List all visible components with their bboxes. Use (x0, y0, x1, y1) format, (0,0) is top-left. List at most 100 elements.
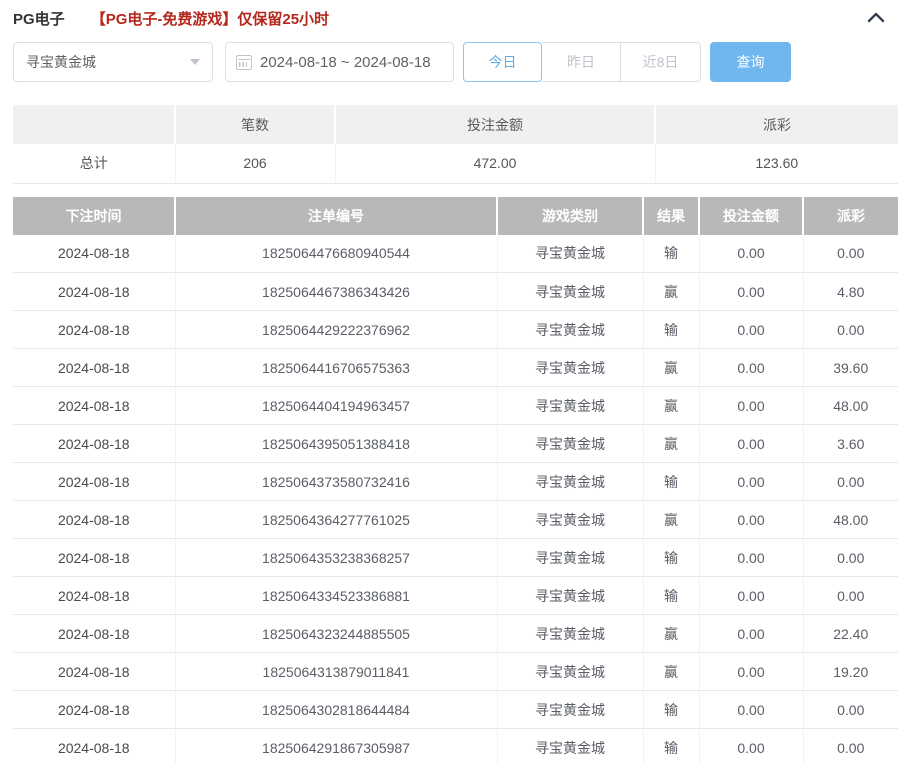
col-result: 结果 (643, 197, 699, 235)
table-row: 2024-08-181825064364277761025寻宝黄金城赢0.004… (13, 501, 898, 539)
today-button[interactable]: 今日 (463, 42, 542, 82)
cell-bet-time: 2024-08-18 (13, 615, 175, 653)
yesterday-button[interactable]: 昨日 (542, 42, 621, 82)
col-payout: 派彩 (803, 197, 898, 235)
cell-result: 输 (643, 539, 699, 577)
cell-bet-id: 1825064323244885505 (175, 615, 497, 653)
cell-result: 输 (643, 691, 699, 729)
cell-payout: 0.00 (803, 311, 898, 349)
chevron-up-icon[interactable] (864, 6, 888, 30)
cell-bet-time: 2024-08-18 (13, 425, 175, 463)
cell-game-type: 寻宝黄金城 (497, 311, 643, 349)
cell-bet-time: 2024-08-18 (13, 387, 175, 425)
cell-bet-amount: 0.00 (699, 349, 803, 387)
cell-bet-time: 2024-08-18 (13, 653, 175, 691)
table-row: 2024-08-181825064313879011841寻宝黄金城赢0.001… (13, 653, 898, 691)
cell-payout: 0.00 (803, 729, 898, 763)
cell-result: 赢 (643, 653, 699, 691)
cell-bet-id: 1825064467386343426 (175, 273, 497, 311)
cell-bet-amount: 0.00 (699, 425, 803, 463)
cell-game-type: 寻宝黄金城 (497, 463, 643, 501)
total-bet-amount: 472.00 (335, 144, 655, 183)
cell-bet-amount: 0.00 (699, 615, 803, 653)
cell-bet-id: 1825064364277761025 (175, 501, 497, 539)
col-game-type: 游戏类别 (497, 197, 643, 235)
total-count: 206 (175, 144, 335, 183)
cell-payout: 0.00 (803, 463, 898, 501)
cell-bet-time: 2024-08-18 (13, 729, 175, 763)
date-range-picker[interactable]: 2024-08-18 ~ 2024-08-18 (225, 42, 454, 82)
cell-game-type: 寻宝黄金城 (497, 235, 643, 273)
cell-bet-id: 1825064313879011841 (175, 653, 497, 691)
cell-bet-id: 1825064302818644484 (175, 691, 497, 729)
col-bet-amount: 投注金额 (699, 197, 803, 235)
cell-bet-time: 2024-08-18 (13, 691, 175, 729)
notice-text: 【PG电子-免费游戏】仅保留25小时 (91, 8, 329, 29)
cell-bet-amount: 0.00 (699, 691, 803, 729)
summary-col-payout: 派彩 (655, 105, 898, 144)
cell-bet-id: 1825064353238368257 (175, 539, 497, 577)
cell-payout: 0.00 (803, 235, 898, 273)
cell-result: 赢 (643, 273, 699, 311)
calendar-icon (236, 55, 252, 70)
cell-bet-id: 1825064395051388418 (175, 425, 497, 463)
filter-bar: 寻宝黄金城 2024-08-18 ~ 2024-08-18 今日 昨日 近8日 … (13, 42, 898, 82)
cell-bet-time: 2024-08-18 (13, 577, 175, 615)
cell-bet-time: 2024-08-18 (13, 501, 175, 539)
game-select-value: 寻宝黄金城 (26, 52, 96, 72)
cell-result: 赢 (643, 387, 699, 425)
cell-result: 赢 (643, 501, 699, 539)
cell-game-type: 寻宝黄金城 (497, 387, 643, 425)
table-row: 2024-08-181825064334523386881寻宝黄金城输0.000… (13, 577, 898, 615)
summary-col-bet-amount: 投注金额 (335, 105, 655, 144)
page-title: PG电子 (13, 8, 65, 29)
cell-bet-id: 1825064416706575363 (175, 349, 497, 387)
cell-payout: 48.00 (803, 387, 898, 425)
summary-col-blank (13, 105, 175, 144)
cell-payout: 48.00 (803, 501, 898, 539)
cell-bet-time: 2024-08-18 (13, 463, 175, 501)
table-row: 2024-08-181825064476680940544寻宝黄金城输0.000… (13, 235, 898, 273)
cell-bet-amount: 0.00 (699, 577, 803, 615)
cell-bet-time: 2024-08-18 (13, 349, 175, 387)
cell-game-type: 寻宝黄金城 (497, 273, 643, 311)
cell-result: 输 (643, 577, 699, 615)
cell-game-type: 寻宝黄金城 (497, 539, 643, 577)
cell-payout: 0.00 (803, 539, 898, 577)
cell-bet-id: 1825064334523386881 (175, 577, 497, 615)
cell-bet-time: 2024-08-18 (13, 235, 175, 273)
cell-bet-amount: 0.00 (699, 501, 803, 539)
search-button[interactable]: 查询 (710, 42, 791, 82)
cell-result: 输 (643, 311, 699, 349)
cell-bet-id: 1825064476680940544 (175, 235, 497, 273)
cell-bet-id: 1825064373580732416 (175, 463, 497, 501)
date-range-value: 2024-08-18 ~ 2024-08-18 (260, 54, 431, 71)
cell-game-type: 寻宝黄金城 (497, 615, 643, 653)
cell-result: 赢 (643, 425, 699, 463)
table-row: 2024-08-181825064429222376962寻宝黄金城输0.000… (13, 311, 898, 349)
game-select[interactable]: 寻宝黄金城 (13, 42, 213, 82)
cell-bet-amount: 0.00 (699, 235, 803, 273)
cell-bet-amount: 0.00 (699, 729, 803, 763)
cell-game-type: 寻宝黄金城 (497, 501, 643, 539)
cell-payout: 3.60 (803, 425, 898, 463)
total-payout: 123.60 (655, 144, 898, 183)
cell-bet-amount: 0.00 (699, 653, 803, 691)
cell-payout: 22.40 (803, 615, 898, 653)
cell-result: 输 (643, 463, 699, 501)
cell-payout: 0.00 (803, 691, 898, 729)
cell-bet-time: 2024-08-18 (13, 273, 175, 311)
cell-bet-time: 2024-08-18 (13, 311, 175, 349)
cell-bet-amount: 0.00 (699, 273, 803, 311)
cell-bet-id: 1825064404194963457 (175, 387, 497, 425)
table-row: 2024-08-181825064467386343426寻宝黄金城赢0.004… (13, 273, 898, 311)
summary-table: 笔数 投注金额 派彩 总计 206 472.00 123.60 (13, 105, 898, 184)
summary-col-count: 笔数 (175, 105, 335, 144)
table-row: 2024-08-181825064353238368257寻宝黄金城输0.000… (13, 539, 898, 577)
last-8-days-button[interactable]: 近8日 (621, 42, 701, 82)
cell-bet-amount: 0.00 (699, 463, 803, 501)
cell-bet-id: 1825064291867305987 (175, 729, 497, 763)
cell-bet-amount: 0.00 (699, 539, 803, 577)
cell-bet-amount: 0.00 (699, 387, 803, 425)
table-row: 2024-08-181825064323244885505寻宝黄金城赢0.002… (13, 615, 898, 653)
